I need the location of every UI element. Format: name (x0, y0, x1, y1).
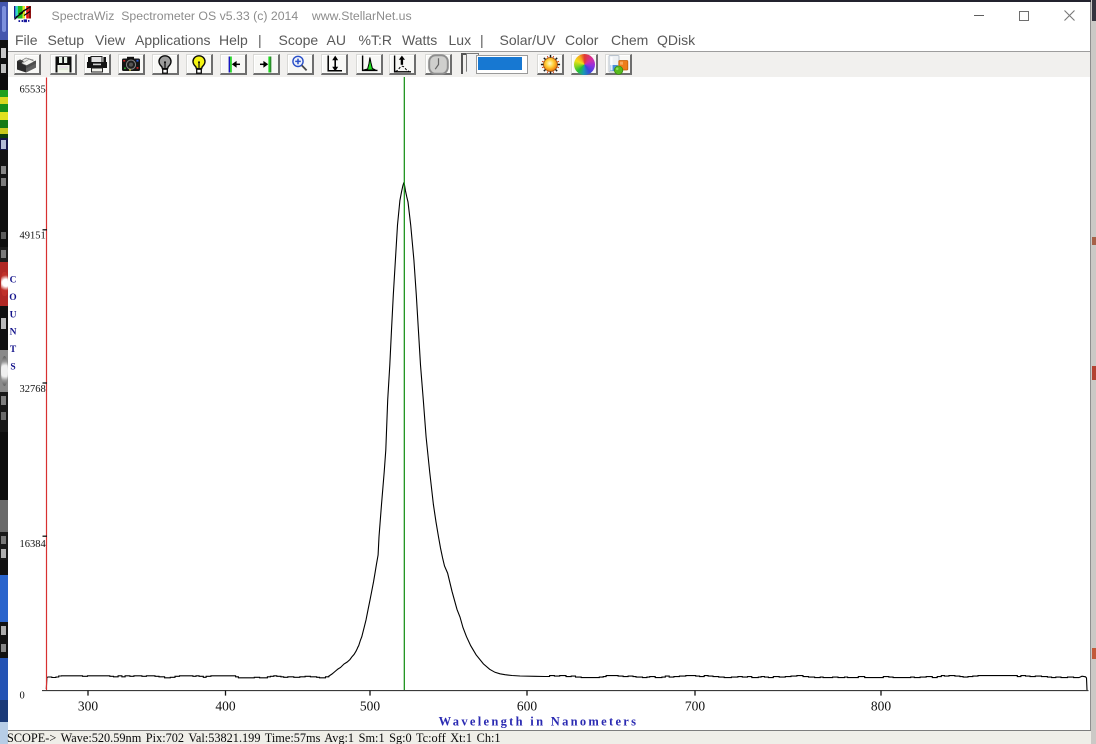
svg-text:16384: 16384 (20, 539, 47, 550)
svg-text:N: N (10, 328, 17, 338)
svg-text:700: 700 (685, 699, 706, 714)
svg-text:U: U (10, 310, 17, 320)
svg-text:600: 600 (517, 699, 538, 714)
svg-text:Wavelength in Nanometers: Wavelength in Nanometers (439, 715, 639, 729)
svg-text:400: 400 (215, 699, 236, 714)
svg-text:65535: 65535 (20, 85, 46, 96)
svg-text:300: 300 (78, 699, 99, 714)
svg-text:T: T (10, 345, 17, 355)
svg-text:32768: 32768 (20, 384, 46, 395)
svg-text:O: O (9, 293, 16, 303)
svg-text:0: 0 (20, 691, 25, 702)
svg-text:500: 500 (360, 699, 381, 714)
svg-text:49151: 49151 (20, 231, 46, 242)
svg-text:S: S (10, 363, 15, 373)
svg-text:800: 800 (871, 699, 892, 714)
svg-text:C: C (10, 276, 17, 286)
